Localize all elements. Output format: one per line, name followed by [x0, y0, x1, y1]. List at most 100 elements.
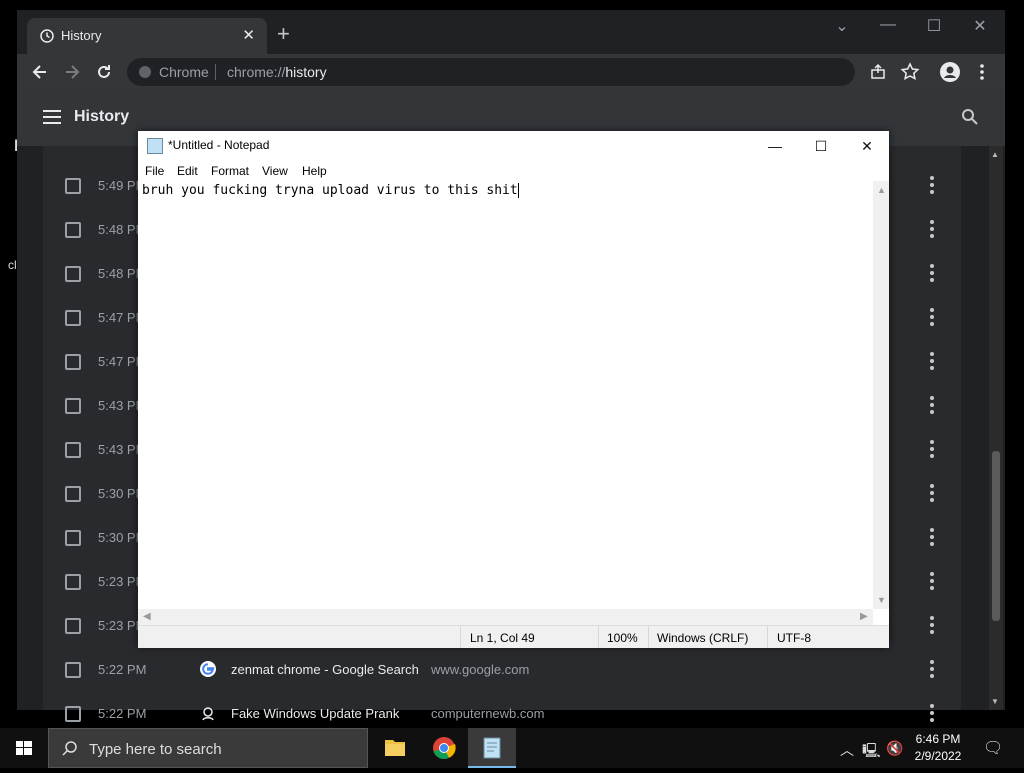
status-divider [598, 626, 599, 648]
scroll-down-icon[interactable]: ▼ [877, 595, 886, 605]
row-checkbox[interactable] [65, 486, 81, 502]
search-icon [62, 741, 77, 756]
row-checkbox[interactable] [65, 574, 81, 590]
row-more-icon[interactable] [930, 484, 934, 505]
notepad-close-button[interactable]: ✕ [844, 134, 890, 158]
menu-kebab-icon[interactable] [972, 62, 992, 82]
taskbar-clock[interactable]: 6:46 PM 2/9/2022 [898, 731, 978, 765]
status-encoding: UTF-8 [777, 631, 811, 645]
history-row[interactable]: 5:22 PM zenmat chrome - Google Search ww… [43, 647, 961, 691]
forward-icon[interactable] [62, 62, 82, 82]
text-caret [517, 183, 519, 198]
page-scrollbar[interactable]: ▲ ▼ [989, 146, 1003, 710]
search-placeholder: Type here to search [89, 741, 222, 758]
menu-help[interactable]: Help [302, 164, 327, 178]
status-position: Ln 1, Col 49 [470, 631, 535, 645]
row-checkbox[interactable] [65, 662, 81, 678]
notepad-icon [483, 737, 501, 759]
row-checkbox[interactable] [65, 706, 81, 722]
taskbar-file-explorer[interactable] [371, 728, 419, 768]
menu-file[interactable]: File [145, 164, 164, 178]
back-icon[interactable] [30, 62, 50, 82]
notepad-text-area[interactable]: bruh you fucking tryna upload virus to t… [138, 181, 873, 609]
clock-date: 2/9/2022 [914, 749, 962, 763]
close-button[interactable]: ✕ [957, 16, 1003, 36]
taskbar-notepad[interactable] [468, 728, 516, 768]
row-checkbox[interactable] [65, 530, 81, 546]
row-more-icon[interactable] [930, 308, 934, 329]
profile-icon[interactable] [940, 62, 960, 82]
scroll-right-icon[interactable]: ▶ [860, 611, 868, 622]
row-checkbox[interactable] [65, 618, 81, 634]
row-title-link[interactable]: Fake Windows Update Prank [231, 706, 399, 721]
notepad-titlebar[interactable]: *Untitled - Notepad — ☐ ✕ [138, 131, 889, 159]
menu-view[interactable]: View [262, 164, 288, 178]
notepad-minimize-button[interactable]: — [752, 134, 798, 158]
hamburger-menu-icon[interactable] [43, 110, 61, 128]
row-checkbox[interactable] [65, 266, 81, 282]
notepad-menubar: File Edit Format View Help [138, 159, 889, 181]
notepad-vertical-scrollbar[interactable]: ▲ ▼ [873, 181, 889, 609]
status-zoom: 100% [607, 631, 638, 645]
status-divider [460, 626, 461, 648]
row-more-icon[interactable] [930, 440, 934, 461]
row-checkbox[interactable] [65, 178, 81, 194]
status-divider [648, 626, 649, 648]
scroll-left-icon[interactable]: ◀ [143, 611, 151, 622]
row-checkbox[interactable] [65, 442, 81, 458]
row-more-icon[interactable] [930, 528, 934, 549]
scroll-down-icon[interactable]: ▼ [991, 697, 999, 706]
row-checkbox[interactable] [65, 310, 81, 326]
new-tab-button[interactable]: + [277, 23, 290, 45]
row-more-icon[interactable] [930, 220, 934, 241]
notepad-horizontal-scrollbar[interactable]: ◀ ▶ [138, 609, 873, 625]
row-more-icon[interactable] [930, 396, 934, 417]
notepad-maximize-button[interactable]: ☐ [798, 134, 844, 158]
url-text: chrome://history [227, 64, 327, 80]
taskbar-search-box[interactable]: Type here to search [48, 728, 368, 768]
taskbar-chrome[interactable] [420, 728, 468, 768]
status-divider [767, 626, 768, 648]
bookmark-star-icon[interactable] [900, 62, 920, 82]
notepad-icon [147, 138, 163, 154]
taskbar: Type here to search ︿ 🖳 🔇 6:46 PM 2/9/20… [0, 728, 1024, 768]
scrollbar-thumb[interactable] [992, 451, 1000, 621]
page-title: History [74, 108, 130, 125]
tab-search-icon[interactable]: ⌄ [819, 16, 865, 36]
row-more-icon[interactable] [930, 352, 934, 373]
show-hidden-icons-icon[interactable]: ︿ [840, 740, 854, 760]
row-time: 5:22 PM [98, 706, 147, 721]
search-icon[interactable] [961, 108, 979, 126]
maximize-button[interactable]: ☐ [911, 16, 957, 36]
clock-time: 6:46 PM [915, 732, 961, 746]
google-favicon-icon [200, 661, 216, 677]
tab-close-icon[interactable]: ✕ [242, 26, 255, 44]
menu-format[interactable]: Format [211, 164, 249, 178]
row-more-icon[interactable] [930, 176, 934, 197]
reload-icon[interactable] [94, 62, 114, 82]
row-checkbox[interactable] [65, 398, 81, 414]
minimize-button[interactable]: — [865, 16, 911, 34]
notifications-icon[interactable]: 🗨 [983, 738, 1003, 758]
row-more-icon[interactable] [930, 704, 934, 725]
row-more-icon[interactable] [930, 616, 934, 637]
menu-edit[interactable]: Edit [177, 164, 198, 178]
row-more-icon[interactable] [930, 264, 934, 285]
row-more-icon[interactable] [930, 572, 934, 593]
share-icon[interactable] [868, 62, 888, 82]
row-title-link[interactable]: zenmat chrome - Google Search [231, 662, 419, 677]
start-button[interactable] [0, 728, 48, 768]
network-icon[interactable]: 🖳 [862, 740, 881, 764]
tab-history[interactable]: History ✕ [27, 18, 267, 54]
row-more-icon[interactable] [930, 660, 934, 681]
address-bar[interactable]: Chrome chrome://history [127, 58, 855, 86]
status-line-ending: Windows (CRLF) [657, 631, 749, 645]
notepad-content: bruh you fucking tryna upload virus to t… [142, 183, 518, 198]
scroll-up-icon[interactable]: ▲ [877, 185, 886, 195]
row-checkbox[interactable] [65, 222, 81, 238]
scroll-up-icon[interactable]: ▲ [991, 150, 999, 159]
row-time: 5:22 PM [98, 662, 147, 677]
row-checkbox[interactable] [65, 354, 81, 370]
tab-title: History [61, 28, 102, 43]
notepad-title: *Untitled - Notepad [168, 138, 270, 152]
